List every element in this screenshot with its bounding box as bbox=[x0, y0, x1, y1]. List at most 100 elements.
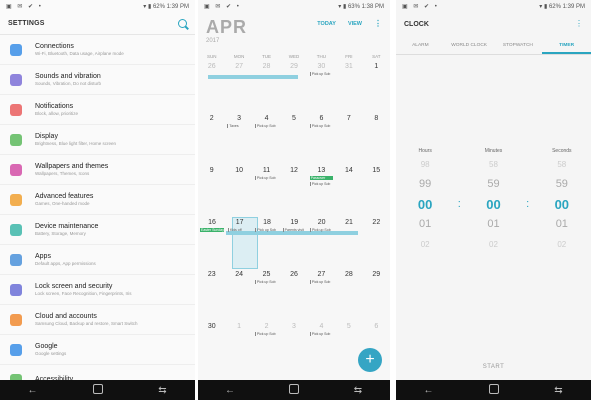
picker-value[interactable]: 58 bbox=[533, 160, 591, 169]
day-cell[interactable]: 8 bbox=[363, 113, 390, 165]
day-cell[interactable]: 1 bbox=[363, 61, 390, 113]
settings-item[interactable]: Display Brightness, Blue light filter, Ho… bbox=[0, 125, 195, 155]
day-cell[interactable]: 26 bbox=[280, 269, 307, 321]
day-cell[interactable]: 27 bbox=[225, 61, 252, 113]
day-cell[interactable]: 14 bbox=[335, 165, 362, 217]
day-cell[interactable]: 20 Pick up Sob bbox=[308, 217, 335, 269]
picker-value[interactable]: 02 bbox=[464, 240, 522, 249]
back-icon[interactable]: ← bbox=[419, 385, 439, 396]
event-chip[interactable]: Easter Sunday bbox=[200, 228, 224, 232]
day-cell[interactable]: 2 Pick up Sob bbox=[253, 321, 280, 373]
picker-value[interactable]: 58 bbox=[464, 160, 522, 169]
back-icon[interactable]: ← bbox=[23, 385, 43, 396]
event-chip[interactable]: Pick up Sob bbox=[255, 228, 278, 232]
day-cell[interactable]: 28 bbox=[253, 61, 280, 113]
picker-value[interactable]: 02 bbox=[396, 240, 454, 249]
picker-value[interactable]: 98 bbox=[396, 160, 454, 169]
event-chip[interactable]: Parents visit bbox=[282, 228, 306, 232]
day-cell[interactable]: 15 bbox=[363, 165, 390, 217]
event-chip[interactable]: Pick up Sob bbox=[254, 332, 278, 336]
tab-timer[interactable]: TIMER bbox=[542, 39, 591, 54]
day-cell[interactable]: 21 bbox=[335, 217, 362, 269]
settings-item[interactable]: Notifications Block, allow, prioritize bbox=[0, 95, 195, 125]
day-cell[interactable]: 25 Pick up Sob bbox=[253, 269, 280, 321]
day-cell[interactable]: 27 Pick up Sob bbox=[308, 269, 335, 321]
day-cell[interactable]: 30 Pick up Sob bbox=[308, 61, 335, 113]
tab-alarm[interactable]: ALARM bbox=[396, 39, 445, 54]
event-chip[interactable]: Kids off bbox=[227, 228, 251, 232]
day-cell[interactable]: 18 Pick up Sob bbox=[253, 217, 280, 269]
event-chip[interactable]: Pick up Sob bbox=[309, 332, 333, 336]
picker-value[interactable]: 01 bbox=[533, 218, 591, 230]
day-cell[interactable]: 6 Pick up Sob bbox=[308, 113, 335, 165]
event-chip[interactable]: Pick up Sob bbox=[309, 228, 333, 232]
settings-item[interactable]: Wallpapers and themes Wallpapers, Themes,… bbox=[0, 155, 195, 185]
day-cell[interactable]: 4 Pick up Sob bbox=[308, 321, 335, 373]
event-chip[interactable]: Pick up Sob bbox=[254, 124, 278, 128]
event-chip[interactable]: Taxes bbox=[227, 124, 250, 128]
tab-world-clock[interactable]: WORLD CLOCK bbox=[445, 39, 494, 54]
settings-item[interactable]: Advanced features Games, One-handed mode bbox=[0, 185, 195, 215]
event-chip[interactable]: Passover bbox=[309, 176, 334, 180]
day-cell[interactable]: 22 bbox=[363, 217, 390, 269]
day-cell[interactable]: 12 bbox=[280, 165, 307, 217]
day-cell[interactable]: 31 bbox=[335, 61, 362, 113]
day-cell[interactable]: 4 Pick up Sob bbox=[253, 113, 280, 165]
recents-icon[interactable]: ⇆ bbox=[348, 385, 368, 396]
day-cell[interactable]: 19 Parents visit bbox=[281, 217, 308, 269]
event-chip[interactable]: Pick up Sob bbox=[254, 176, 278, 180]
day-cell[interactable]: 13 Passover Pick up Sob bbox=[308, 165, 335, 217]
view-button[interactable]: VIEW bbox=[348, 21, 362, 27]
back-icon[interactable]: ← bbox=[220, 385, 240, 396]
settings-item[interactable]: Sounds and vibration Sounds, Vibration, D… bbox=[0, 65, 195, 95]
more-options-icon[interactable]: ⋮ bbox=[575, 20, 583, 28]
day-cell[interactable]: 10 bbox=[225, 165, 252, 217]
picker-value[interactable]: 59 bbox=[533, 178, 591, 190]
day-cell[interactable]: 9 bbox=[198, 165, 225, 217]
day-cell[interactable]: 23 bbox=[198, 269, 225, 321]
event-chip[interactable]: Pick up Sob bbox=[309, 182, 333, 186]
day-cell[interactable]: 17 Kids off bbox=[226, 217, 253, 269]
picker-value[interactable]: 01 bbox=[464, 218, 522, 230]
event-chip[interactable]: Pick up Sob bbox=[309, 72, 333, 76]
day-cell[interactable]: 1 bbox=[225, 321, 252, 373]
settings-item[interactable]: Lock screen and security Lock screen, Fac… bbox=[0, 275, 195, 305]
day-cell[interactable]: 11 Pick up Sob bbox=[253, 165, 280, 217]
recents-icon[interactable]: ⇆ bbox=[549, 385, 569, 396]
recents-icon[interactable]: ⇆ bbox=[153, 385, 173, 396]
tab-stopwatch[interactable]: STOPWATCH bbox=[494, 39, 543, 54]
settings-item[interactable]: Google Google settings bbox=[0, 335, 195, 365]
settings-item[interactable]: Apps Default apps, App permissions bbox=[0, 245, 195, 275]
settings-item[interactable]: Cloud and accounts Samsung Cloud, Backup … bbox=[0, 305, 195, 335]
home-button[interactable] bbox=[88, 383, 108, 397]
picker-value[interactable]: 59 bbox=[464, 178, 522, 190]
day-cell[interactable]: 2 bbox=[198, 113, 225, 165]
day-cell[interactable]: 26 bbox=[198, 61, 225, 113]
event-chip[interactable]: Pick up Sob bbox=[309, 124, 333, 128]
start-button[interactable]: START bbox=[396, 364, 591, 370]
day-cell[interactable]: 28 bbox=[335, 269, 362, 321]
search-icon[interactable] bbox=[178, 19, 187, 28]
home-button[interactable] bbox=[284, 383, 304, 397]
day-cell[interactable]: 30 bbox=[198, 321, 225, 373]
picker-value[interactable]: 00 bbox=[396, 197, 454, 212]
day-cell[interactable]: 3 bbox=[280, 321, 307, 373]
event-chip[interactable]: Pick up Sob bbox=[309, 280, 333, 284]
more-options-icon[interactable]: ⋮ bbox=[374, 20, 382, 28]
day-cell[interactable]: 29 bbox=[280, 61, 307, 113]
day-cell[interactable]: 16 Easter Sunday bbox=[198, 217, 226, 269]
day-cell[interactable]: 29 bbox=[363, 269, 390, 321]
day-cell[interactable]: 3 Taxes bbox=[225, 113, 252, 165]
day-cell[interactable]: 7 bbox=[335, 113, 362, 165]
add-event-button[interactable]: + bbox=[358, 348, 382, 372]
day-cell[interactable]: 5 bbox=[280, 113, 307, 165]
settings-item[interactable]: Device maintenance Battery, Storage, Memo… bbox=[0, 215, 195, 245]
settings-item[interactable]: Connections Wi-Fi, Bluetooth, Data usage,… bbox=[0, 35, 195, 65]
picker-value[interactable]: 99 bbox=[396, 178, 454, 190]
picker-value[interactable]: 02 bbox=[533, 240, 591, 249]
day-cell[interactable]: 24 bbox=[225, 269, 252, 321]
today-button[interactable]: TODAY bbox=[317, 21, 336, 27]
picker-value[interactable]: 01 bbox=[396, 218, 454, 230]
home-button[interactable] bbox=[484, 383, 504, 397]
picker-value[interactable]: 00 bbox=[533, 197, 591, 212]
